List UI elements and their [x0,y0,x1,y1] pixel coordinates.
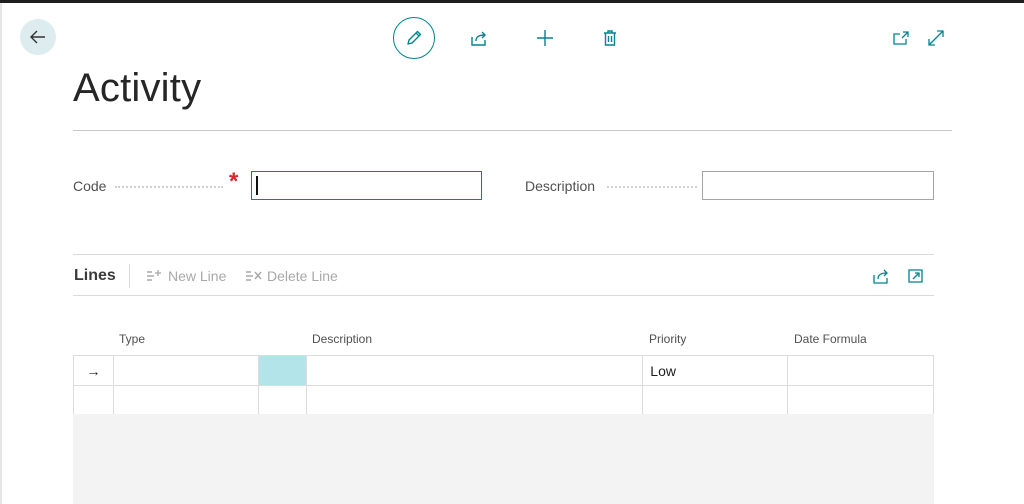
column-header-date-formula[interactable]: Date Formula [794,332,867,346]
grid-empty-area [73,414,934,504]
delete-line-icon [246,271,262,281]
table-row[interactable]: → Low [73,355,934,386]
page-title: Activity [73,66,202,110]
cell-description[interactable] [305,385,644,416]
cell-priority[interactable] [642,385,789,416]
share-icon [873,269,888,284]
delete-line-button[interactable]: Delete Line [245,268,338,284]
lines-divider-top [73,254,934,255]
open-window-icon [908,269,923,283]
window-top-border [0,0,1024,3]
text-caret [256,176,258,195]
cell-extra[interactable] [257,385,307,416]
table-row[interactable] [73,385,934,416]
lines-open-button[interactable] [906,266,926,286]
cell-selected[interactable] [257,355,307,386]
lines-grid: → Low [73,355,934,416]
column-header-priority[interactable]: Priority [649,332,686,346]
plus-icon [537,30,553,46]
cell-priority[interactable]: Low [642,355,789,386]
arrow-left-icon [30,30,45,44]
open-window-icon [893,31,909,45]
description-label: Description [525,178,596,194]
lines-divider-bottom [73,295,934,296]
new-line-icon [147,270,161,281]
new-button[interactable] [525,18,565,58]
edit-button[interactable] [393,17,435,59]
pencil-icon [407,30,422,45]
row-indicator [73,385,114,416]
share-button[interactable] [459,18,499,58]
lines-separator [129,264,130,288]
new-line-label: New Line [168,268,227,284]
description-label-leader [607,186,697,188]
cell-type[interactable] [112,355,259,386]
trash-icon [604,30,616,46]
delete-line-label: Delete Line [267,268,338,284]
open-new-window-button[interactable] [891,28,911,48]
window-left-edge [0,3,2,504]
code-field[interactable] [251,171,482,200]
cell-date-formula[interactable] [787,355,934,386]
back-button[interactable] [20,19,56,55]
column-header-type[interactable]: Type [119,332,145,346]
share-icon [471,31,486,46]
title-divider [73,130,952,131]
column-header-description[interactable]: Description [312,332,372,346]
expand-button[interactable] [926,28,946,48]
delete-button[interactable] [590,18,630,58]
row-indicator: → [73,355,114,386]
cell-description[interactable] [305,355,644,386]
new-line-button[interactable]: New Line [146,268,226,284]
description-field[interactable] [702,171,934,200]
code-label: Code [73,178,107,194]
lines-title[interactable]: Lines [74,267,116,285]
expand-icon [928,30,944,46]
cell-date-formula[interactable] [787,385,934,416]
code-label-leader [115,186,223,188]
required-indicator: * [229,168,239,195]
lines-share-button[interactable] [871,266,891,286]
cell-type[interactable] [112,385,259,416]
